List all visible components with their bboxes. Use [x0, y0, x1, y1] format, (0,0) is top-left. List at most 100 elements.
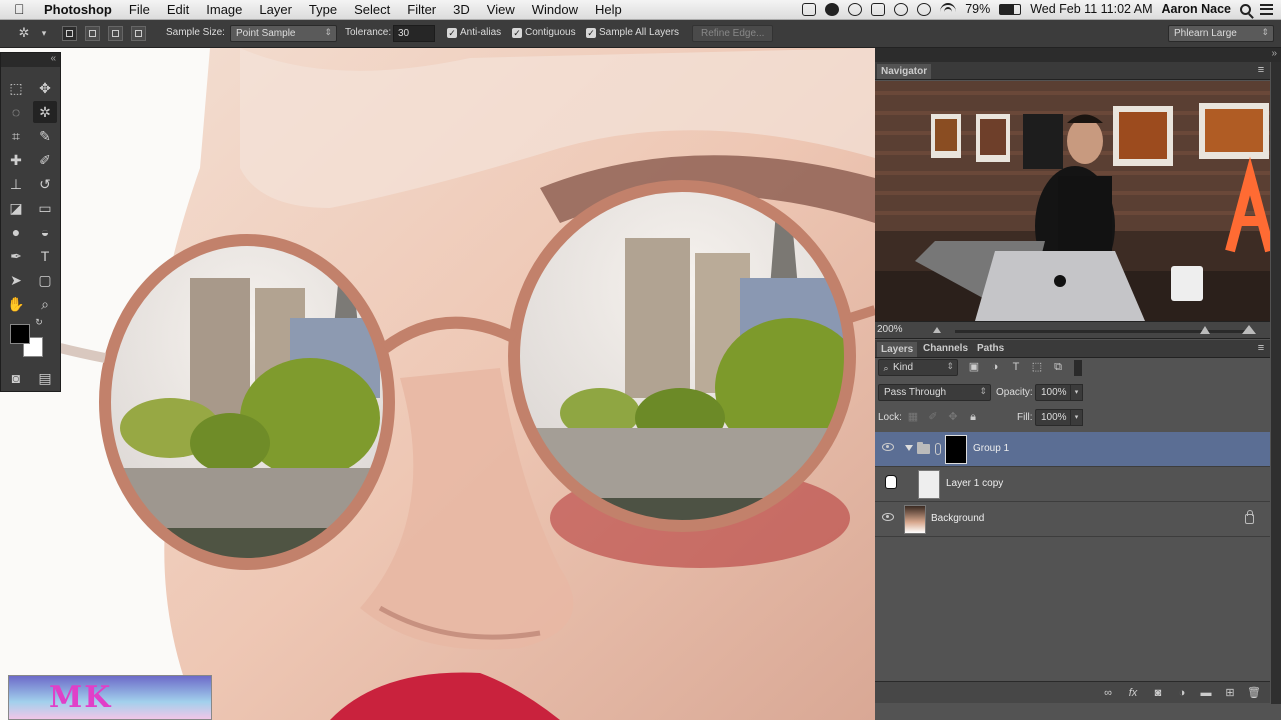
subtract-selection-icon[interactable]: [108, 26, 123, 41]
lock-all-icon[interactable]: 🔒︎: [966, 410, 980, 424]
expand-group-icon[interactable]: [905, 445, 913, 451]
sample-size-select[interactable]: Point Sample: [230, 25, 337, 42]
delete-layer-icon[interactable]: 🗑︎: [1247, 686, 1261, 700]
clock[interactable]: Wed Feb 11 11:02 AM: [1030, 2, 1152, 16]
notification-center-icon[interactable]: [1260, 3, 1273, 15]
tab-paths[interactable]: Paths: [977, 343, 1004, 354]
adjustment-filter-icon[interactable]: ◑: [988, 360, 1002, 374]
menu-view[interactable]: View: [487, 2, 515, 17]
panel-dock-header[interactable]: »: [875, 48, 1281, 62]
menu-image[interactable]: Image: [206, 2, 242, 17]
new-layer-icon[interactable]: ⊞: [1223, 686, 1237, 700]
blur-tool-icon[interactable]: ●: [4, 221, 28, 243]
move-tool-icon[interactable]: ✥: [33, 77, 57, 99]
anti-alias-checkbox[interactable]: ✓: [447, 28, 457, 38]
path-selection-icon[interactable]: ➤: [4, 269, 28, 291]
healing-brush-icon[interactable]: ✚: [4, 149, 28, 171]
layer-row-layer-1-copy[interactable]: Layer 1 copy: [875, 467, 1270, 502]
crop-tool-icon[interactable]: ⌗: [4, 125, 28, 147]
smart-object-filter-icon[interactable]: ⧉: [1051, 360, 1065, 374]
pixel-filter-icon[interactable]: ▣: [967, 360, 981, 374]
pen-tool-icon[interactable]: ✒: [4, 245, 28, 267]
zoom-out-icon[interactable]: [933, 327, 941, 333]
layer-thumbnail[interactable]: [918, 470, 940, 499]
facetime-icon[interactable]: [802, 2, 817, 16]
fill-input[interactable]: 100%: [1035, 409, 1073, 426]
layer-style-icon[interactable]: fx: [1126, 686, 1140, 700]
workspace-select[interactable]: Phlearn Large: [1168, 25, 1274, 42]
layer-row-background[interactable]: Background: [875, 502, 1270, 537]
collapse-icon[interactable]: «: [50, 53, 56, 64]
contiguous-option[interactable]: ✓ Contiguous: [512, 27, 576, 38]
magic-wand-tool-icon[interactable]: ✲: [33, 101, 57, 123]
sample-all-layers-option[interactable]: ✓ Sample All Layers: [586, 27, 679, 38]
layer-thumbnail[interactable]: [904, 505, 926, 534]
filter-kind-select[interactable]: ⌕ Kind: [878, 359, 958, 376]
zoom-in-icon[interactable]: [1242, 325, 1256, 334]
tab-layers[interactable]: Layers: [877, 342, 918, 357]
sample-all-layers-checkbox[interactable]: ✓: [586, 28, 596, 38]
opacity-input[interactable]: 100%: [1035, 384, 1073, 401]
menu-layer[interactable]: Layer: [259, 2, 292, 17]
zoom-slider-handle[interactable]: [1200, 326, 1210, 334]
eyedropper-tool-icon[interactable]: ✎: [33, 125, 57, 147]
link-mask-icon[interactable]: [935, 443, 941, 455]
refine-edge-button[interactable]: Refine Edge...: [692, 25, 774, 42]
contiguous-checkbox[interactable]: ✓: [512, 28, 522, 38]
blend-mode-select[interactable]: Pass Through: [878, 384, 991, 401]
zoom-slider[interactable]: [955, 326, 1245, 334]
visibility-eye-icon[interactable]: [882, 443, 894, 451]
lock-icon[interactable]: [1245, 510, 1254, 524]
marquee-tool-icon[interactable]: ⬚: [4, 77, 28, 99]
add-to-selection-icon[interactable]: [85, 26, 100, 41]
visibility-eye-icon[interactable]: [882, 513, 894, 521]
spotlight-search-icon[interactable]: [1240, 3, 1251, 15]
menu-photoshop[interactable]: Photoshop: [44, 2, 112, 17]
menu-filter[interactable]: Filter: [407, 2, 436, 17]
magic-wand-tool-preset-icon[interactable]: ✲: [16, 25, 32, 41]
history-brush-icon[interactable]: ↺: [33, 173, 57, 195]
zoom-level[interactable]: 200%: [877, 324, 903, 335]
document-canvas[interactable]: [0, 48, 875, 720]
menu-type[interactable]: Type: [309, 2, 337, 17]
type-filter-icon[interactable]: T: [1009, 360, 1023, 374]
time-machine-icon[interactable]: [894, 2, 909, 16]
tolerance-input[interactable]: 30: [393, 25, 435, 42]
hand-tool-icon[interactable]: ✋: [4, 293, 28, 315]
shape-tool-icon[interactable]: ▢: [33, 269, 57, 291]
add-mask-icon[interactable]: ◙: [1151, 686, 1165, 700]
layer-name[interactable]: Layer 1 copy: [946, 478, 1003, 489]
tab-channels[interactable]: Channels: [923, 343, 968, 354]
anti-alias-option[interactable]: ✓ Anti-alias: [447, 27, 501, 38]
quick-mask-icon[interactable]: ◙: [4, 367, 28, 389]
new-group-icon[interactable]: ▬: [1199, 686, 1213, 700]
clone-stamp-icon[interactable]: ⊥: [4, 173, 28, 195]
collapse-panels-icon[interactable]: »: [1271, 48, 1277, 59]
screen-mode-icon[interactable]: ▤: [33, 367, 57, 389]
telegram-icon[interactable]: [825, 2, 840, 16]
wifi-icon[interactable]: [940, 3, 957, 15]
menu-edit[interactable]: Edit: [167, 2, 189, 17]
layers-panel-menu-icon[interactable]: ≡: [1254, 341, 1268, 355]
lock-transparent-icon[interactable]: ▦: [906, 410, 920, 424]
menu-select[interactable]: Select: [354, 2, 390, 17]
gradient-tool-icon[interactable]: ▭: [33, 197, 57, 219]
foreground-color-swatch[interactable]: [10, 324, 30, 344]
lock-position-icon[interactable]: ✥: [946, 410, 960, 424]
brush-tool-icon[interactable]: ✐: [33, 149, 57, 171]
swap-colors-icon[interactable]: ↻: [32, 315, 46, 329]
link-layers-icon[interactable]: ∞: [1101, 686, 1115, 700]
panel-menu-icon[interactable]: ≡: [1254, 63, 1268, 77]
layer-mask-thumbnail[interactable]: [945, 435, 967, 464]
layer-name[interactable]: Background: [931, 513, 984, 524]
menu-file[interactable]: File: [129, 2, 150, 17]
notification-icon[interactable]: [848, 2, 863, 16]
bluetooth-icon[interactable]: [917, 2, 932, 16]
tab-navigator[interactable]: Navigator: [877, 64, 932, 79]
layer-row-group-1[interactable]: Group 1: [875, 432, 1270, 467]
navigator-preview[interactable]: [875, 81, 1270, 321]
screen-icon[interactable]: [871, 2, 886, 16]
type-tool-icon[interactable]: T: [33, 245, 57, 267]
new-selection-icon[interactable]: [62, 26, 77, 41]
preset-dropdown-icon[interactable]: ▾: [36, 25, 52, 41]
